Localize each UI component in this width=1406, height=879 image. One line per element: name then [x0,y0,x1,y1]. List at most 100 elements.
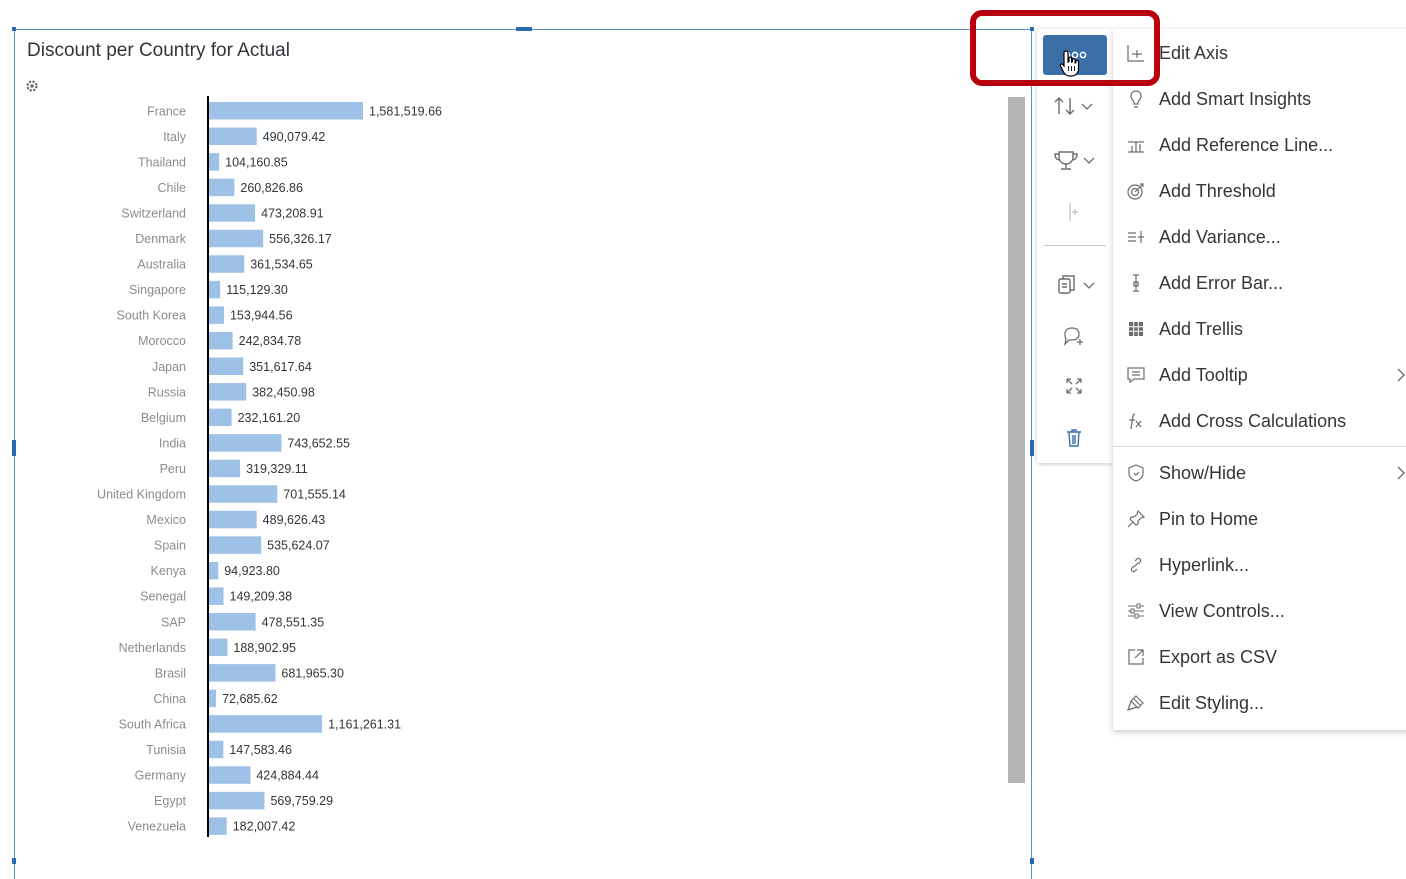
copy-icon [1058,275,1095,294]
menu-item-edit-styling[interactable]: Edit Styling... [1113,683,1406,723]
bar[interactable] [209,127,257,146]
category-label: Singapore [129,283,186,297]
data-label: 490,079.42 [263,130,326,144]
toolbar-separator [1044,245,1106,246]
bar[interactable] [209,459,241,478]
bar[interactable] [209,817,227,835]
category-label: Chile [158,181,187,195]
bar[interactable] [209,664,276,682]
bar[interactable] [209,255,245,273]
category-label: SAP [161,615,186,629]
bar[interactable] [209,638,228,657]
data-label: 569,759.29 [270,794,333,808]
fullscreen-icon [1066,378,1082,394]
category-label: India [159,436,186,450]
data-label: 424,884.44 [256,769,319,783]
copy-button[interactable] [1047,270,1103,300]
export-icon [1125,646,1147,668]
bar[interactable] [209,536,262,554]
bar[interactable] [209,587,224,605]
menu-item-add-cross-calculations[interactable]: Add Cross Calculations [1113,401,1406,441]
data-label: 361,534.65 [250,258,313,272]
category-label: Netherlands [119,641,186,655]
category-label: Egypt [154,794,186,808]
menu-item-add-threshold[interactable]: Add Threshold [1113,171,1406,211]
bar[interactable] [209,408,232,427]
bar[interactable] [209,204,256,222]
data-label: 382,450.98 [252,385,315,399]
bar[interactable] [209,715,323,733]
data-label: 1,581,519.66 [369,104,442,118]
category-label: China [153,692,186,706]
menu-item-add-trellis[interactable]: Add Trellis [1113,309,1406,349]
settings-cog-icon[interactable] [25,79,39,93]
menu-item-add-error-bar[interactable]: Add Error Bar... [1113,263,1406,303]
category-label: Peru [160,462,186,476]
rank-button[interactable] [1047,145,1103,175]
category-label: Switzerland [121,206,186,220]
menu-item-hyperlink[interactable]: Hyperlink... [1113,545,1406,585]
data-label: 535,624.07 [267,539,330,553]
resize-handle-right[interactable] [1030,440,1034,456]
resize-handle-bottom-left[interactable] [12,858,16,864]
menu-item-export-as-csv[interactable]: Export as CSV [1113,637,1406,677]
menu-item-show-hide[interactable]: Show/Hide [1113,453,1406,493]
category-label: Spain [154,539,186,553]
menu-separator [1113,446,1406,447]
bar[interactable] [209,740,224,759]
category-label: Japan [152,360,186,374]
bar[interactable] [209,153,220,171]
reference-line-icon [1125,134,1147,156]
comment-add-icon [1063,327,1083,346]
bar[interactable] [209,561,219,580]
bar[interactable] [209,434,282,452]
category-label: Brasil [155,666,186,680]
bar[interactable] [209,510,257,529]
data-label: 319,329.11 [246,462,308,476]
delete-button[interactable] [1059,423,1089,453]
resize-handle-top-left[interactable] [12,27,16,31]
bar[interactable] [209,689,217,708]
add-dimension-button[interactable] [1059,197,1089,227]
add-comment-button[interactable] [1059,321,1089,351]
bar[interactable] [209,485,278,503]
hand-cursor-icon [1059,50,1080,77]
fullscreen-button[interactable] [1059,371,1089,401]
bar[interactable] [209,766,251,784]
category-label: Germany [135,769,187,783]
menu-item-pin-to-home[interactable]: Pin to Home [1113,499,1406,539]
tooltip-icon [1125,364,1147,386]
resize-handle-bottom-right[interactable] [1030,858,1034,864]
bar[interactable] [209,613,256,631]
drill-icon [1069,203,1078,221]
category-label: Tunisia [146,743,186,757]
menu-item-add-variance[interactable]: Add Variance... [1113,217,1406,257]
menu-item-add-tooltip[interactable]: Add Tooltip [1113,355,1406,395]
category-label: Kenya [151,564,186,578]
bar[interactable] [209,102,363,120]
variance-icon [1125,226,1147,248]
menu-item-view-controls[interactable]: View Controls... [1113,591,1406,631]
data-label: 188,902.95 [233,641,296,655]
category-label: Venezuela [128,820,186,834]
chevron-right-icon [1397,466,1405,480]
menu-item-add-reference-line[interactable]: Add Reference Line... [1113,125,1406,165]
bar[interactable] [209,383,247,401]
menu-item-add-smart-insights[interactable]: Add Smart Insights [1113,79,1406,119]
chart-scrollbar[interactable] [1008,97,1025,783]
bar[interactable] [209,306,224,324]
chart-toolbar [1037,29,1113,463]
bar[interactable] [209,178,235,197]
bar[interactable] [209,331,233,350]
bar[interactable] [209,357,244,376]
category-label: Senegal [140,590,186,604]
bar[interactable] [209,229,264,248]
data-label: 351,617.64 [249,360,312,374]
resize-handle-top[interactable] [516,27,532,31]
bar[interactable] [209,791,265,810]
data-label: 72,685.62 [222,692,278,706]
bar[interactable] [209,280,221,299]
sort-button[interactable] [1047,91,1103,121]
category-label: Australia [137,258,186,272]
data-label: 556,326.17 [269,232,332,246]
